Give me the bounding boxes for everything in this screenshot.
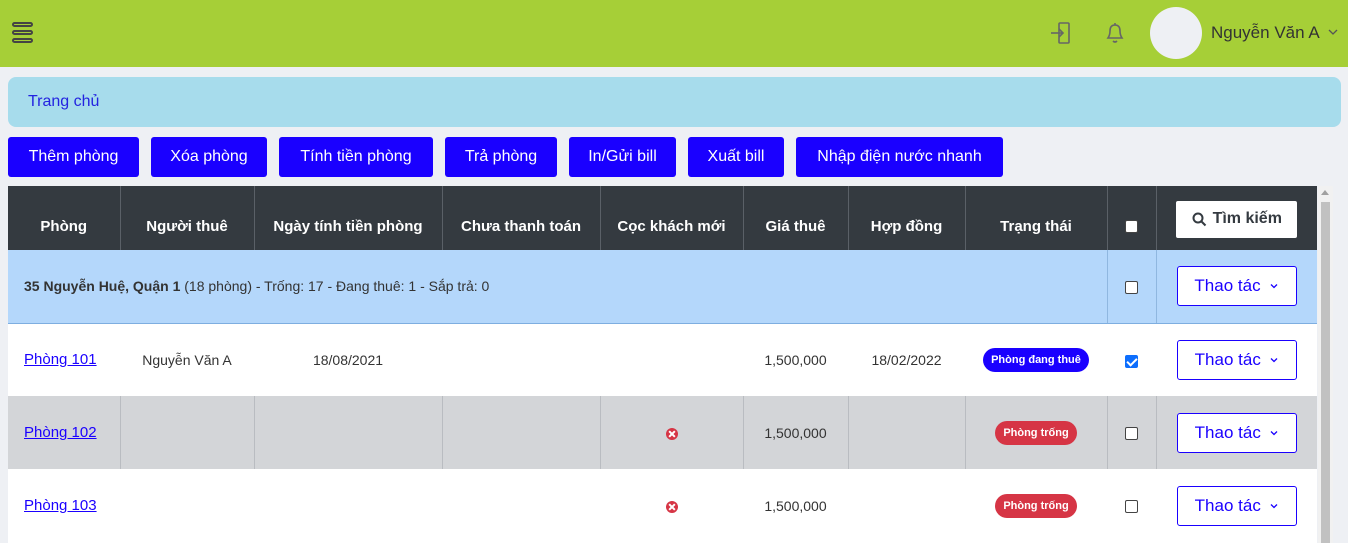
row-checkbox[interactable]: [1125, 500, 1138, 514]
group-name: 35 Nguyễn Huệ, Quận 1: [24, 278, 181, 295]
breadcrumb-home-link[interactable]: Trang chủ: [28, 93, 99, 111]
room-link[interactable]: Phòng 102: [24, 424, 97, 441]
group-info: 35 Nguyễn Huệ, Quận 1 (18 phòng) - Trống…: [8, 250, 1108, 324]
table-row: Phòng 101 Nguyễn Văn A 18/08/2021 1,500,…: [8, 323, 1317, 396]
tenant-cell: Nguyễn Văn A: [120, 323, 255, 396]
search-icon: [1192, 212, 1206, 226]
row-action-dropdown[interactable]: Thao tác: [1176, 412, 1297, 453]
header-deposit: Cọc khách mới: [600, 186, 744, 250]
table-row: Phòng 103 1,500,000 Phòng trống Thao tác: [8, 469, 1317, 542]
print-bill-button[interactable]: In/Gửi bill: [569, 137, 676, 177]
chevron-down-icon[interactable]: [1327, 26, 1339, 38]
chevron-down-icon: [1270, 357, 1278, 363]
price-cell: 1,500,000: [743, 323, 849, 396]
search-button[interactable]: Tìm kiếm: [1175, 199, 1299, 239]
contract-cell: 18/02/2022: [848, 323, 966, 396]
status-badge: Phòng trống: [995, 493, 1077, 518]
search-button-label: Tìm kiếm: [1212, 210, 1282, 227]
x-circle-icon: [665, 500, 678, 513]
unpaid-cell: [442, 323, 601, 396]
header-status: Trạng thái: [965, 186, 1108, 250]
group-action-dropdown[interactable]: Thao tác: [1176, 266, 1297, 307]
row-action-label: Thao tác: [1194, 422, 1261, 442]
group-row: 35 Nguyễn Huệ, Quận 1 (18 phòng) - Trống…: [8, 250, 1317, 324]
unpaid-cell: [442, 469, 601, 542]
chevron-down-icon: [1270, 284, 1278, 289]
select-all-checkbox[interactable]: [1125, 220, 1138, 234]
header-room: Phòng: [8, 186, 121, 250]
add-room-button[interactable]: Thêm phòng: [8, 137, 139, 177]
calc-rent-button[interactable]: Tính tiền phòng: [279, 137, 433, 177]
row-action-label: Thao tác: [1194, 349, 1261, 369]
deposit-cell: [600, 396, 744, 469]
header-unpaid: Chưa thanh toán: [442, 186, 601, 250]
tenant-cell: [120, 396, 255, 469]
vertical-scrollbar[interactable]: [1318, 186, 1333, 543]
quick-utility-button[interactable]: Nhập điện nước nhanh: [796, 137, 1003, 177]
breadcrumb: Trang chủ: [8, 77, 1341, 127]
user-name[interactable]: Nguyễn Văn A: [1211, 23, 1320, 43]
billing-date-cell: [254, 469, 443, 542]
room-link[interactable]: Phòng 101: [24, 351, 97, 368]
rooms-table: Phòng Người thuê Ngày tính tiền phòng Ch…: [8, 186, 1317, 543]
table-row: Phòng 102 1,500,000 Phòng trống Thao tác: [8, 396, 1317, 469]
bell-icon[interactable]: [1102, 20, 1128, 46]
unpaid-cell: [442, 396, 601, 469]
scroll-thumb[interactable]: [1321, 202, 1330, 543]
header-tenant: Người thuê: [120, 186, 255, 250]
contract-cell: [848, 396, 966, 469]
deposit-cell: [600, 469, 744, 542]
status-badge: Phòng đang thuê: [983, 347, 1089, 372]
billing-date-cell: [254, 396, 443, 469]
table-header-row: Phòng Người thuê Ngày tính tiền phòng Ch…: [8, 186, 1317, 250]
delete-room-button[interactable]: Xóa phòng: [151, 137, 267, 177]
group-summary: (18 phòng) - Trống: 17 - Đang thuê: 1 - …: [184, 278, 490, 295]
export-bill-button[interactable]: Xuất bill: [688, 137, 784, 177]
billing-date-cell: 18/08/2021: [254, 323, 443, 396]
header-select-all: [1107, 186, 1157, 250]
room-link[interactable]: Phòng 103: [24, 497, 97, 514]
header-billing-date: Ngày tính tiền phòng: [254, 186, 443, 250]
chevron-down-icon: [1270, 503, 1278, 508]
status-badge: Phòng trống: [995, 420, 1077, 445]
price-cell: 1,500,000: [743, 396, 849, 469]
logout-icon[interactable]: [1048, 20, 1074, 46]
header-search: Tìm kiếm: [1156, 186, 1317, 250]
x-circle-icon: [665, 427, 678, 440]
group-action-label: Thao tác: [1194, 276, 1261, 296]
price-cell: 1,500,000: [743, 469, 849, 542]
avatar[interactable]: [1150, 7, 1202, 59]
row-checkbox[interactable]: [1125, 354, 1138, 368]
row-action-label: Thao tác: [1194, 495, 1261, 515]
top-bar: Nguyễn Văn A: [0, 0, 1348, 67]
header-price: Giá thuê: [743, 186, 849, 250]
menu-icon[interactable]: [10, 20, 36, 46]
header-contract: Hợp đồng: [848, 186, 966, 250]
row-checkbox[interactable]: [1125, 427, 1138, 441]
row-action-dropdown[interactable]: Thao tác: [1176, 339, 1297, 380]
deposit-cell: [600, 323, 744, 396]
chevron-down-icon: [1270, 430, 1278, 435]
scroll-up-arrow[interactable]: [1321, 190, 1329, 195]
return-room-button[interactable]: Trả phòng: [445, 137, 557, 177]
group-checkbox[interactable]: [1125, 281, 1138, 295]
tenant-cell: [120, 469, 255, 542]
contract-cell: [848, 469, 966, 542]
row-action-dropdown[interactable]: Thao tác: [1176, 485, 1297, 526]
